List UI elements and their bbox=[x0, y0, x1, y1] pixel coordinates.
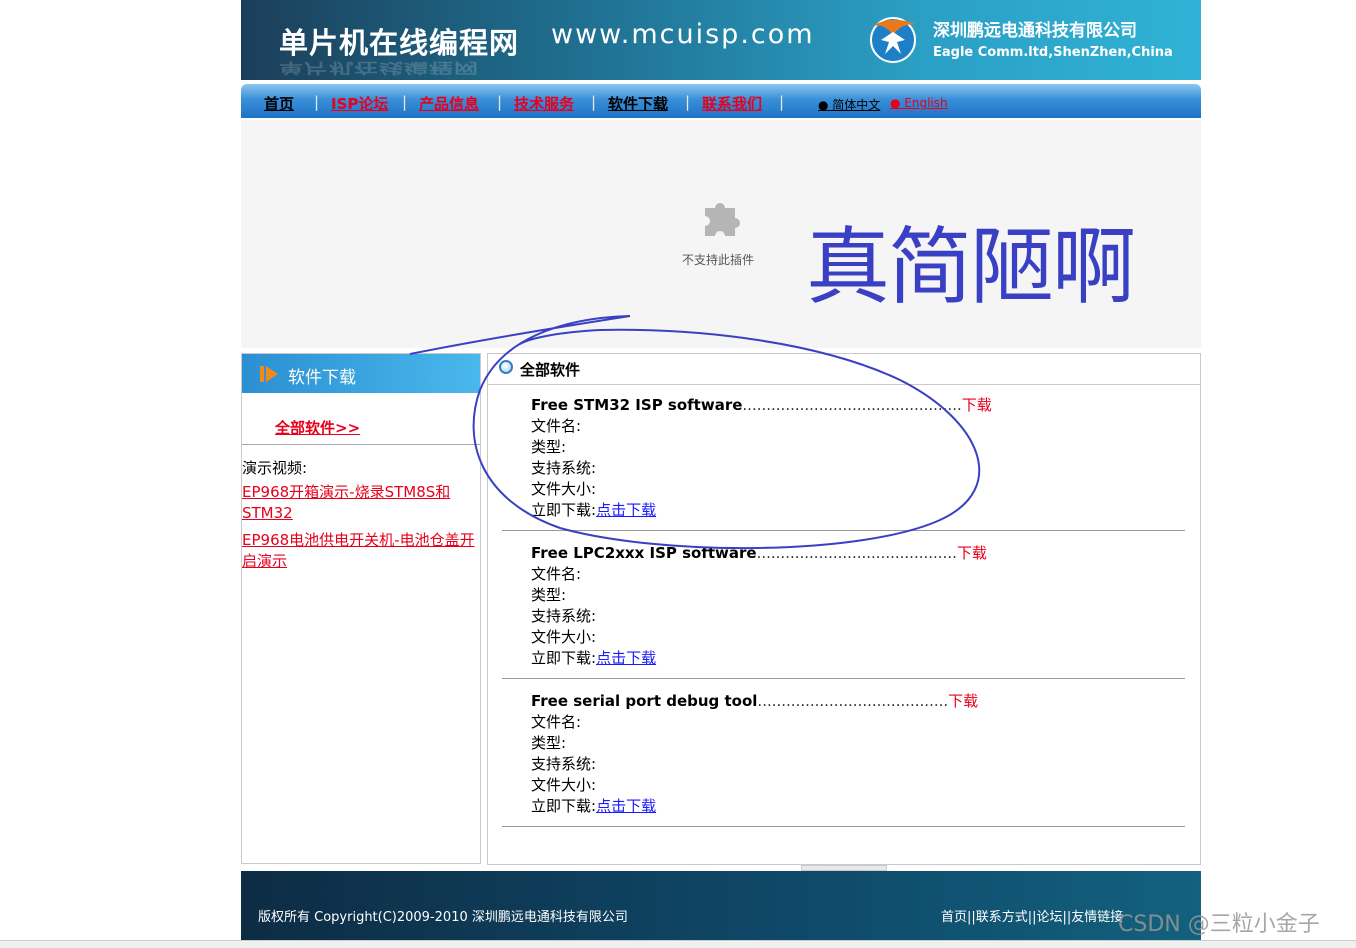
software-list-panel: 全部软件 Free STM32 ISP software............… bbox=[487, 353, 1201, 865]
nav-isp-forum[interactable]: ISP论坛 bbox=[331, 93, 388, 114]
sidebar: 软件下载 全部软件>> 演示视频: EP968开箱演示-烧录STM8S和STM3… bbox=[241, 353, 481, 864]
play-arrow-icon bbox=[260, 366, 278, 382]
company-name-en: Eagle Comm.ltd,ShenZhen,China bbox=[933, 45, 1173, 60]
sidebar-heading-label: 软件下载 bbox=[288, 368, 356, 388]
field-size: 文件大小: bbox=[531, 628, 597, 646]
nav-product-info[interactable]: 产品信息 bbox=[419, 93, 479, 114]
nav-separator: | bbox=[685, 93, 691, 111]
software-list-header: 全部软件 bbox=[488, 354, 1200, 385]
software-entry: Free serial port debug tool.............… bbox=[531, 691, 1181, 817]
leader-dots: ........................................ bbox=[757, 692, 949, 710]
software-name: Free LPC2xxx ISP software bbox=[531, 544, 757, 562]
entry-divider bbox=[502, 826, 1185, 827]
field-os: 支持系统: bbox=[531, 459, 597, 477]
field-filename: 文件名: bbox=[531, 565, 582, 583]
field-filename: 文件名: bbox=[531, 713, 582, 731]
plugin-placeholder: 不支持此插件 真简陋啊 bbox=[241, 120, 1201, 348]
field-type: 类型: bbox=[531, 734, 567, 752]
plugin-unsupported-message: 不支持此插件 bbox=[682, 253, 755, 267]
entry-divider bbox=[502, 678, 1185, 679]
download-link[interactable]: 下载 bbox=[948, 692, 978, 710]
software-name: Free STM32 ISP software bbox=[531, 396, 743, 414]
field-type: 类型: bbox=[531, 586, 567, 604]
software-entry: Free STM32 ISP software.................… bbox=[531, 395, 1181, 521]
footer: 版权所有 Copyright(C)2009-2010 深圳鹏远电通科技有限公司 … bbox=[241, 865, 1201, 940]
field-download-now: 立即下载: bbox=[531, 797, 597, 815]
field-type: 类型: bbox=[531, 438, 567, 456]
puzzle-piece-icon bbox=[705, 203, 740, 236]
footer-links[interactable]: 首页||联系方式||论坛||友情链接 bbox=[941, 906, 1123, 925]
lang-english[interactable]: ● English bbox=[890, 96, 948, 110]
circle-bullet-icon bbox=[499, 360, 513, 374]
eagle-logo-icon bbox=[870, 17, 916, 63]
video-link-ep968-battery[interactable]: EP968电池供电开关机-电池仓盖开启演示 bbox=[242, 530, 482, 572]
footer-tab bbox=[801, 865, 887, 871]
field-size: 文件大小: bbox=[531, 480, 597, 498]
csdn-watermark: CSDN @三粒小金子 bbox=[1118, 912, 1320, 937]
field-os: 支持系统: bbox=[531, 607, 597, 625]
nav-contact-us[interactable]: 联系我们 bbox=[702, 93, 762, 114]
site-title: 单片机在线编程网 bbox=[279, 26, 520, 60]
company-name: 深圳鹏远电通科技有限公司 bbox=[933, 21, 1137, 41]
lang-simplified-chinese[interactable]: ● 简体中文 bbox=[818, 96, 880, 113]
main-nav: 首页 | ISP论坛 | 产品信息 | 技术服务 | 软件下载 | 联系我们 |… bbox=[241, 84, 1201, 118]
nav-separator: | bbox=[402, 93, 408, 111]
annotation-text: 真简陋啊 bbox=[806, 218, 1136, 316]
site-url: www.mcuisp.com bbox=[551, 19, 815, 50]
footer-copyright: 版权所有 Copyright(C)2009-2010 深圳鹏远电通科技有限公司 bbox=[258, 910, 628, 925]
download-link[interactable]: 下载 bbox=[962, 396, 992, 414]
header-banner: 单片机在线编程网 www.mcuisp.com 单片机在线编程网 深圳鹏远电通科… bbox=[241, 0, 1201, 80]
entry-divider bbox=[502, 530, 1185, 531]
software-name: Free serial port debug tool bbox=[531, 692, 758, 710]
field-download-now: 立即下载: bbox=[531, 501, 597, 519]
demo-video-label: 演示视频: bbox=[242, 459, 308, 477]
video-link-ep968-unboxing[interactable]: EP968开箱演示-烧录STM8S和STM32 bbox=[242, 482, 482, 524]
leader-dots: ........................................… bbox=[742, 396, 962, 414]
software-list-title: 全部软件 bbox=[520, 361, 581, 379]
leader-dots: ........................................… bbox=[756, 544, 957, 562]
nav-separator: | bbox=[779, 93, 785, 111]
field-filename: 文件名: bbox=[531, 417, 582, 435]
field-download-now: 立即下载: bbox=[531, 649, 597, 667]
nav-separator: | bbox=[314, 93, 320, 111]
download-link[interactable]: 下载 bbox=[957, 544, 987, 562]
divider bbox=[242, 444, 480, 445]
nav-tech-service[interactable]: 技术服务 bbox=[514, 93, 574, 114]
all-software-link[interactable]: 全部软件>> bbox=[275, 417, 360, 438]
sidebar-heading: 软件下载 bbox=[242, 354, 480, 393]
click-download-link[interactable]: 点击下载 bbox=[596, 797, 656, 815]
nav-separator: | bbox=[497, 93, 503, 111]
nav-separator: | bbox=[591, 93, 597, 111]
software-entry: Free LPC2xxx ISP software...............… bbox=[531, 543, 1181, 669]
site-title-reflection: 单片机在线编程网 bbox=[279, 59, 479, 77]
field-size: 文件大小: bbox=[531, 776, 597, 794]
nav-home[interactable]: 首页 bbox=[264, 93, 294, 114]
click-download-link[interactable]: 点击下载 bbox=[596, 649, 656, 667]
nav-software-download[interactable]: 软件下载 bbox=[608, 93, 668, 114]
click-download-link[interactable]: 点击下载 bbox=[596, 501, 656, 519]
field-os: 支持系统: bbox=[531, 755, 597, 773]
